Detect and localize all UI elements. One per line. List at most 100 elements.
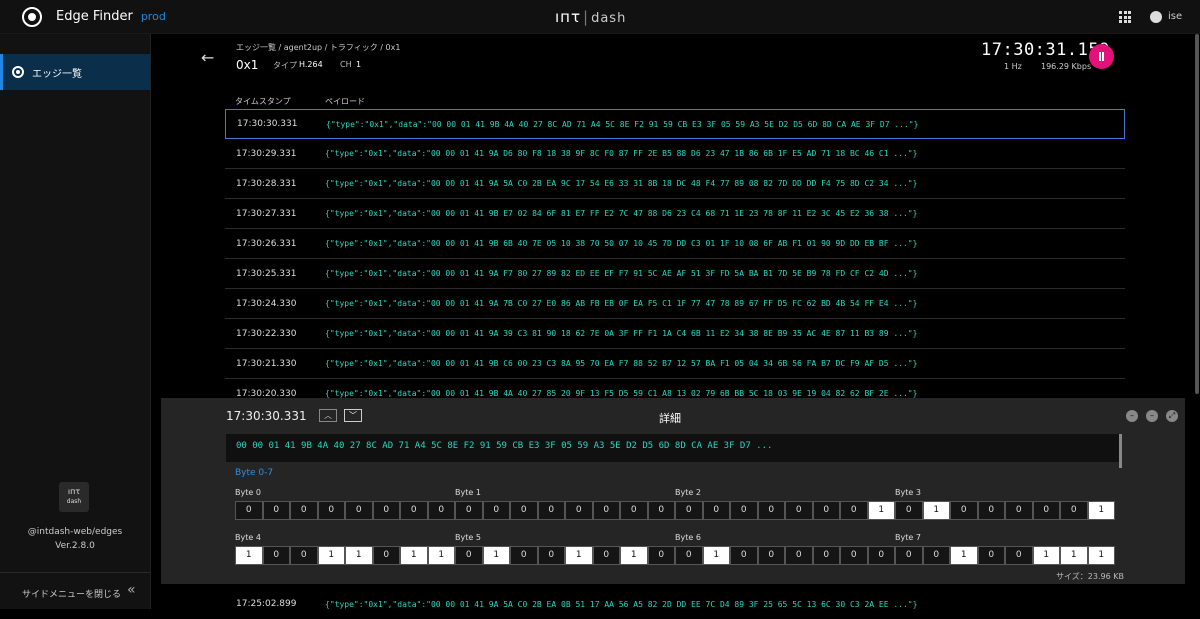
sidebar-item-edges[interactable]: エッジ一覧 — [0, 54, 150, 90]
bit-row: 00000000 — [455, 501, 675, 520]
byte-label: Byte 3 — [895, 488, 921, 497]
byte-block: Byte 501001010 — [455, 533, 675, 565]
pause-icon[interactable] — [1089, 44, 1114, 69]
logo-line-1: ıпτ — [67, 487, 81, 496]
byte-label: Byte 1 — [455, 488, 481, 497]
table-row[interactable]: 17:30:27.331 {"type":"0x1","data":"00 00 … — [225, 199, 1125, 229]
bit-cell: 0 — [262, 546, 290, 565]
grid-icon[interactable] — [1119, 11, 1131, 23]
bit-cell: 0 — [592, 501, 620, 520]
table-row[interactable]: 17:30:26.331 {"type":"0x1","data":"00 00 … — [225, 229, 1125, 259]
byte-label: Byte 0 — [235, 488, 261, 497]
bit-cell: 0 — [702, 501, 730, 520]
bit-cell: 0 — [427, 501, 455, 520]
ch-value: 1 — [356, 60, 362, 69]
row-payload: {"type":"0x1","data":"00 00 01 41 9A 7B … — [325, 299, 918, 308]
table-row[interactable]: 17:30:22.330 {"type":"0x1","data":"00 00 … — [225, 319, 1125, 349]
column-header-payload: ペイロード — [325, 97, 365, 106]
brand-int: ıпτ — [555, 8, 582, 26]
bit-row: 01000000 — [675, 546, 895, 565]
bit-cell: 1 — [427, 546, 455, 565]
hex-scrollbar[interactable] — [1119, 434, 1122, 468]
bit-cell: 0 — [482, 501, 510, 520]
row-payload: {"type":"0x1","data":"00 00 01 41 9B E7 … — [325, 209, 918, 218]
chevron-up-icon[interactable]: ︿ — [319, 409, 337, 422]
bit-cell: 0 — [812, 546, 840, 565]
bit-cell: 0 — [400, 501, 428, 520]
bit-cell: 0 — [730, 501, 758, 520]
bit-cell: 0 — [592, 546, 620, 565]
bit-cell: 0 — [317, 501, 345, 520]
bit-cell: 0 — [455, 546, 483, 565]
row-payload: {"type":"0x1","data":"00 00 01 41 9A D6 … — [325, 149, 918, 158]
bit-cell: 0 — [510, 501, 538, 520]
row-payload: {"type":"0x1","data":"00 00 01 41 9A 5A … — [325, 599, 918, 609]
bit-cell: 1 — [702, 546, 730, 565]
bit-cell: 0 — [537, 546, 565, 565]
bit-cell: 1 — [400, 546, 428, 565]
bit-cell: 0 — [785, 501, 813, 520]
byte-block: Byte 301000001 — [895, 488, 1115, 520]
bit-cell: 0 — [895, 546, 923, 565]
bit-cell: 1 — [950, 546, 978, 565]
user-icon[interactable] — [1150, 11, 1162, 23]
ch-label: CH — [340, 60, 352, 69]
message-table-tail: 17:25:02.899 {"type":"0x1","data":"00 00 … — [225, 589, 1125, 619]
byte-label: Byte 6 — [675, 533, 701, 542]
bit-cell: 0 — [1005, 501, 1033, 520]
bit-cell: 0 — [867, 546, 895, 565]
byte-block: Byte 1 00000000 — [455, 488, 675, 520]
bit-cell: 0 — [675, 501, 703, 520]
row-timestamp: 17:30:27.331 — [236, 208, 297, 219]
row-payload: {"type":"0x1","data":"00 00 01 41 9A 5A … — [325, 179, 918, 188]
arrow-left-icon[interactable]: ← — [201, 48, 214, 67]
table-row[interactable]: 17:30:29.331 {"type":"0x1","data":"00 00 … — [225, 139, 1125, 169]
sidebar: エッジ一覧 ıпτ dash @intdash-web/edges Ver.2.… — [0, 34, 151, 609]
user-name[interactable]: ise — [1168, 11, 1182, 22]
double-chevron-left-icon[interactable]: « — [127, 582, 136, 598]
row-timestamp: 17:30:26.331 — [236, 238, 297, 249]
bit-row: 00100111 — [895, 546, 1115, 565]
byte-block: Byte 000000000 — [235, 488, 455, 520]
expand-icon[interactable]: ⤢ — [1166, 410, 1178, 422]
row-timestamp: 17:30:24.330 — [236, 298, 297, 309]
bit-cell: 0 — [565, 501, 593, 520]
bit-cell: 0 — [510, 546, 538, 565]
table-scrollbar[interactable] — [1195, 34, 1199, 394]
target-icon — [12, 66, 24, 78]
bit-cell: 1 — [1087, 546, 1115, 565]
table-row[interactable]: 17:30:21.330 {"type":"0x1","data":"00 00 … — [225, 349, 1125, 379]
bit-cell: 0 — [977, 546, 1005, 565]
hex-dump: 00 00 01 41 9B 4A 40 27 8C AD 71 A4 5C 8… — [226, 434, 1119, 462]
table-row[interactable]: 17:30:28.331 {"type":"0x1","data":"00 00 … — [225, 169, 1125, 199]
brand-dash: dash — [591, 11, 627, 26]
bit-cell: 1 — [1087, 501, 1115, 520]
byte-section-title: Byte 0-7 — [235, 468, 274, 478]
env-badge: prod — [140, 10, 166, 23]
row-timestamp: 17:30:22.330 — [236, 328, 297, 339]
close-sidebar-link[interactable]: サイドメニューを閉じる — [22, 587, 121, 600]
byte-label: Byte 5 — [455, 533, 481, 542]
intdash-logo: ıпτ dash — [59, 482, 89, 512]
table-row[interactable]: 17:25:02.899 {"type":"0x1","data":"00 00 … — [225, 589, 1125, 619]
table-row[interactable]: 17:30:25.331 {"type":"0x1","data":"00 00 … — [225, 259, 1125, 289]
bit-cell: 0 — [977, 501, 1005, 520]
minimize-icon[interactable]: – — [1126, 410, 1138, 422]
bit-cell: 0 — [1005, 546, 1033, 565]
logo-line-2: dash — [66, 498, 82, 505]
bit-cell: 0 — [840, 546, 868, 565]
chevron-down-icon[interactable]: ﹀ — [344, 409, 362, 422]
payload-size: サイズ：23.96 KB — [1056, 572, 1124, 581]
message-table: 17:30:30.331 {"type":"0x1","data":"00 00 … — [225, 109, 1125, 409]
sidebar-item-label: エッジ一覧 — [32, 68, 82, 80]
bit-cell: 0 — [372, 546, 400, 565]
bit-cell: 1 — [922, 501, 950, 520]
byte-label: Byte 2 — [675, 488, 701, 497]
table-row[interactable]: 17:30:30.331 {"type":"0x1","data":"00 00 … — [225, 109, 1125, 139]
bit-cell: 0 — [950, 501, 978, 520]
app-title: Edge Finder — [56, 9, 133, 24]
table-row[interactable]: 17:30:24.330 {"type":"0x1","data":"00 00 … — [225, 289, 1125, 319]
page-title: 0x1 — [236, 58, 259, 72]
restore-icon[interactable]: – — [1146, 410, 1158, 422]
detail-timestamp: 17:30:30.331 — [226, 409, 307, 423]
